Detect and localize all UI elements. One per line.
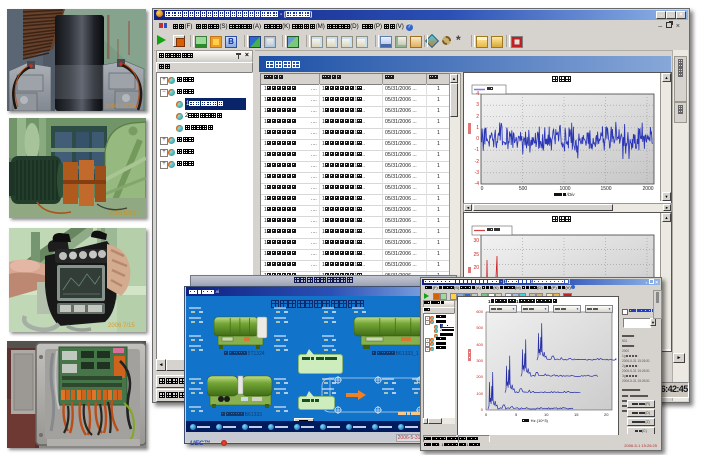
svg-text:2006 7/15: 2006 7/15 (108, 323, 135, 329)
svg-text:2006 12/15: 2006 12/15 (105, 104, 136, 110)
svg-text:2006 5/31: 2006 5/31 (109, 211, 136, 217)
